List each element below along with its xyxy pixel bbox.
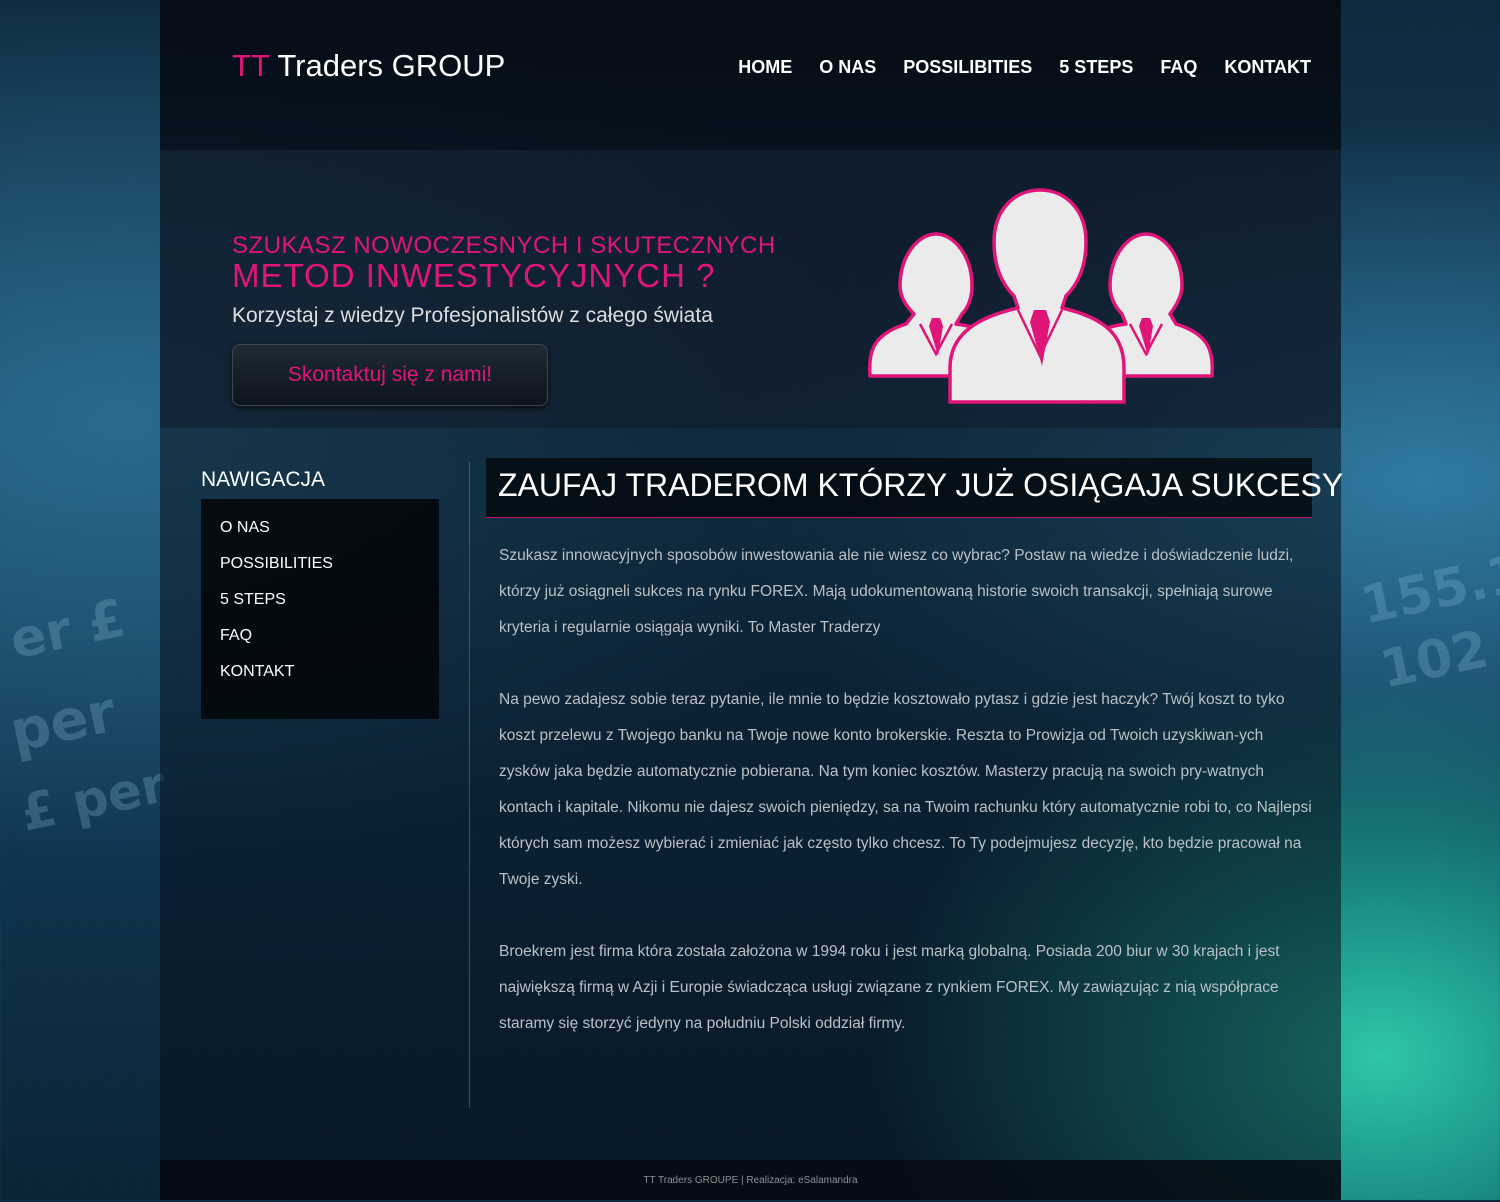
sidebar-item-possibilities[interactable]: POSSIBILITIES	[220, 555, 333, 573]
background-image: er £	[5, 588, 131, 672]
content-header: ZAUFAJ TRADEROM KTÓRZY JUŻ OSIĄGAJA SUKC…	[486, 458, 1343, 518]
footer: TT Traders GROUPE | Realizacja: eSalaman…	[643, 1175, 858, 1186]
content-paragraph-2: Na pewo zadajesz sobie teraz pytanie, il…	[499, 691, 1312, 888]
nav-5-steps[interactable]: 5 STEPS	[1059, 57, 1133, 78]
nav-possibilities[interactable]: POSSILIBITIES	[903, 57, 1032, 78]
logo-accent: TT	[232, 48, 270, 83]
sidebar-item-faq[interactable]: FAQ	[220, 627, 252, 645]
background-image: 102	[1374, 619, 1494, 701]
hero-heading-line1: SZUKASZ NOWOCZESNYCH I SKUTECZNYCH	[232, 232, 776, 259]
column-divider	[469, 462, 470, 1108]
site-logo[interactable]: TT Traders GROUP	[232, 48, 505, 84]
nav-home[interactable]: HOME	[738, 57, 792, 78]
page-container: TT Traders GROUP HOME O NAS POSSILIBITIE…	[160, 0, 1343, 1200]
nav-o-nas[interactable]: O NAS	[819, 57, 876, 78]
sidebar-title: NAWIGACJA	[201, 468, 326, 491]
content-paragraph-1: Szukasz innowacyjnych sposobów inwestowa…	[499, 547, 1294, 636]
nav-kontakt[interactable]: KONTAKT	[1224, 57, 1311, 78]
logo-text: Traders GROUP	[269, 48, 506, 83]
hero-subtitle: Korzystaj z wiedzy Profesjonalistów z ca…	[232, 304, 713, 327]
background-image: £ per	[15, 755, 171, 843]
sidebar-item-5-steps[interactable]: 5 STEPS	[220, 591, 286, 609]
page-title: ZAUFAJ TRADEROM KTÓRZY JUŻ OSIĄGAJA SUKC…	[498, 467, 1344, 503]
sidebar-item-kontakt[interactable]: KONTAKT	[220, 663, 294, 681]
nav-faq[interactable]: FAQ	[1160, 57, 1197, 78]
contact-us-button[interactable]: Skontaktuj się z nami!	[232, 344, 548, 406]
sidebar-item-o-nas[interactable]: O NAS	[220, 519, 270, 537]
background-image: per	[4, 679, 122, 766]
sidebar-nav: O NAS POSSIBILITIES 5 STEPS FAQ KONTAKT	[201, 499, 439, 719]
hero-heading-line2: METOD INWESTYCYJNYCH ?	[232, 257, 716, 294]
content-paragraph-3: Broekrem jest firma która została założo…	[499, 943, 1280, 1032]
top-nav: HOME O NAS POSSILIBITIES 5 STEPS FAQ KON…	[738, 57, 1311, 78]
people-group-icon	[866, 186, 1216, 411]
